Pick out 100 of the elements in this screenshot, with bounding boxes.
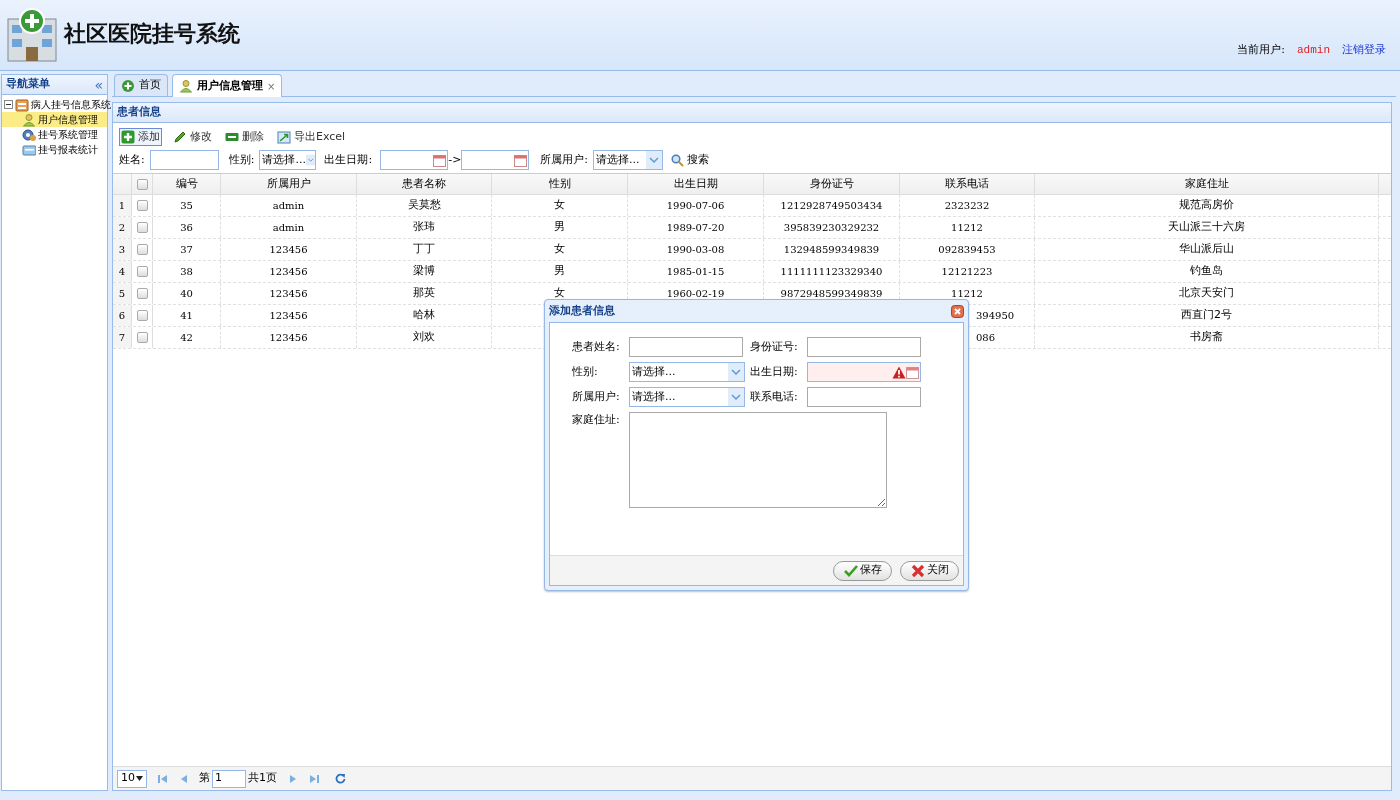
tree-label: 病人挂号信息系统 bbox=[31, 98, 111, 112]
text-field[interactable] bbox=[807, 387, 921, 407]
column-header[interactable]: 出生日期 bbox=[628, 174, 764, 194]
sidebar-title: 导航菜单 bbox=[6, 76, 50, 93]
table-cell: 那英 bbox=[413, 285, 435, 302]
column-header[interactable]: 编号 bbox=[153, 174, 221, 194]
table-cell-text: admin bbox=[272, 199, 305, 213]
current-user: admin bbox=[1297, 43, 1330, 58]
row-checkbox[interactable] bbox=[136, 266, 148, 277]
toolbar-button[interactable]: 修改 bbox=[171, 128, 214, 146]
row-number: 3 bbox=[113, 239, 132, 260]
table-cell-text: 41 bbox=[180, 309, 193, 323]
column-header[interactable]: 联系电话 bbox=[900, 174, 1035, 194]
first-page-icon bbox=[157, 773, 167, 784]
row-number: 5 bbox=[113, 283, 132, 304]
row-checkbox[interactable] bbox=[136, 222, 148, 233]
current-user-label: 当前用户: bbox=[1237, 42, 1285, 58]
dialog-title: 添加患者信息 bbox=[549, 302, 615, 319]
logout-link[interactable]: 注销登录 bbox=[1342, 42, 1386, 59]
table-cell-text: 2323232 bbox=[944, 199, 990, 213]
row-checkbox[interactable] bbox=[136, 244, 148, 255]
row-checkbox[interactable] bbox=[136, 332, 148, 343]
range-separator: -> bbox=[448, 151, 462, 168]
search-button[interactable]: 搜索 bbox=[671, 151, 710, 169]
table-cell: 女 bbox=[554, 241, 565, 258]
user-icon bbox=[22, 112, 36, 127]
table-cell-text: 11212 bbox=[951, 221, 983, 235]
text-field[interactable] bbox=[807, 337, 921, 357]
field-label: 性别: bbox=[228, 151, 255, 168]
caret-down-icon bbox=[136, 776, 143, 781]
page-size-select[interactable]: 10 bbox=[117, 769, 147, 788]
table-cell-text: admin bbox=[272, 221, 305, 235]
user-select[interactable]: 请选择... bbox=[593, 150, 664, 170]
table-cell: 天山派三十六房 bbox=[1168, 219, 1245, 236]
table-cell-text: 1990-03-08 bbox=[666, 243, 725, 257]
chevron-down-icon bbox=[728, 388, 744, 406]
table-cell-text: 35 bbox=[180, 199, 193, 213]
close-button[interactable] bbox=[951, 304, 964, 318]
text-field[interactable] bbox=[629, 337, 743, 357]
table-cell: 北京天安门 bbox=[1179, 285, 1234, 302]
row-checkbox[interactable] bbox=[136, 200, 148, 211]
table-cell-text: 1212928749503434 bbox=[780, 199, 883, 213]
toolbar-button[interactable]: 删除 bbox=[223, 128, 266, 146]
refresh-button[interactable] bbox=[333, 771, 347, 786]
row-checkbox[interactable] bbox=[136, 288, 148, 299]
column-header[interactable]: 所属用户 bbox=[221, 174, 357, 194]
table-cell: 丁丁 bbox=[413, 241, 435, 258]
column-header[interactable]: 患者名称 bbox=[357, 174, 492, 194]
column-header[interactable]: 家庭住址 bbox=[1035, 174, 1379, 194]
field-label: 所属用户: bbox=[572, 388, 621, 405]
table-cell-text: 394950 bbox=[976, 309, 1015, 323]
date-field[interactable] bbox=[380, 150, 449, 170]
tree-item[interactable]: 挂号系统管理 bbox=[2, 127, 107, 142]
tab-close-icon[interactable]: × bbox=[267, 78, 276, 94]
plus-circle-icon bbox=[121, 78, 135, 93]
address-textarea[interactable] bbox=[629, 412, 887, 508]
table-cell: 书房斋 bbox=[1190, 329, 1223, 346]
field-label: 出生日期: bbox=[750, 363, 799, 380]
dialog-button[interactable]: 关闭 bbox=[900, 560, 959, 581]
chevron-down-icon bbox=[646, 151, 663, 169]
close-icon bbox=[951, 304, 964, 318]
gender-select[interactable]: 请选择... bbox=[259, 150, 317, 170]
collapse-toggle-icon[interactable] bbox=[4, 100, 13, 109]
table-cell: 钓鱼岛 bbox=[1190, 263, 1223, 280]
table-cell: 男 bbox=[554, 219, 565, 236]
page-input[interactable]: 1 bbox=[212, 769, 246, 788]
tree-item[interactable]: 挂号报表统计 bbox=[2, 142, 107, 157]
tab[interactable]: 首页 bbox=[114, 74, 168, 96]
select-field[interactable]: 请选择... bbox=[629, 362, 745, 382]
last-page-icon bbox=[309, 773, 319, 784]
dialog-button[interactable]: 保存 bbox=[833, 560, 892, 581]
collapse-button[interactable]: « bbox=[94, 77, 103, 92]
name-input[interactable] bbox=[149, 150, 219, 170]
field-label: 出生日期: bbox=[324, 151, 373, 168]
field-label: 姓名: bbox=[119, 151, 145, 168]
table-cell-text: 132948599349839 bbox=[783, 243, 880, 257]
table-cell-text: 36 bbox=[180, 221, 193, 235]
tab[interactable]: 用户信息管理 × bbox=[172, 74, 283, 97]
column-header[interactable]: 性别 bbox=[492, 174, 628, 194]
toolbar-button[interactable]: 导出Excel bbox=[275, 128, 348, 146]
column-header[interactable]: 身份证号 bbox=[764, 174, 900, 194]
row-checkbox[interactable] bbox=[136, 310, 148, 321]
tree-label: 用户信息管理 bbox=[38, 113, 98, 127]
table-cell: 华山派后山 bbox=[1179, 241, 1234, 258]
previous-page-icon bbox=[179, 773, 189, 784]
field-label: 家庭住址: bbox=[572, 412, 621, 428]
table-cell: 女 bbox=[554, 285, 565, 302]
pencil-icon bbox=[173, 130, 187, 144]
table-cell-text: 12121223 bbox=[941, 265, 993, 279]
date-field[interactable] bbox=[807, 362, 921, 382]
table-cell-text: 123456 bbox=[269, 331, 308, 345]
table-cell-text: 40 bbox=[180, 287, 193, 301]
date-field[interactable] bbox=[461, 150, 530, 170]
tree-item[interactable]: 用户信息管理 bbox=[2, 112, 107, 127]
table-cell-text: 1960-02-19 bbox=[666, 287, 725, 301]
select-field[interactable]: 请选择... bbox=[629, 387, 745, 407]
toolbar-button[interactable]: 添加 bbox=[119, 128, 162, 146]
table-cell-text: 086 bbox=[976, 331, 996, 345]
table-cell-text: 1111111123329340 bbox=[780, 265, 883, 279]
select-all-checkbox[interactable] bbox=[136, 178, 148, 190]
